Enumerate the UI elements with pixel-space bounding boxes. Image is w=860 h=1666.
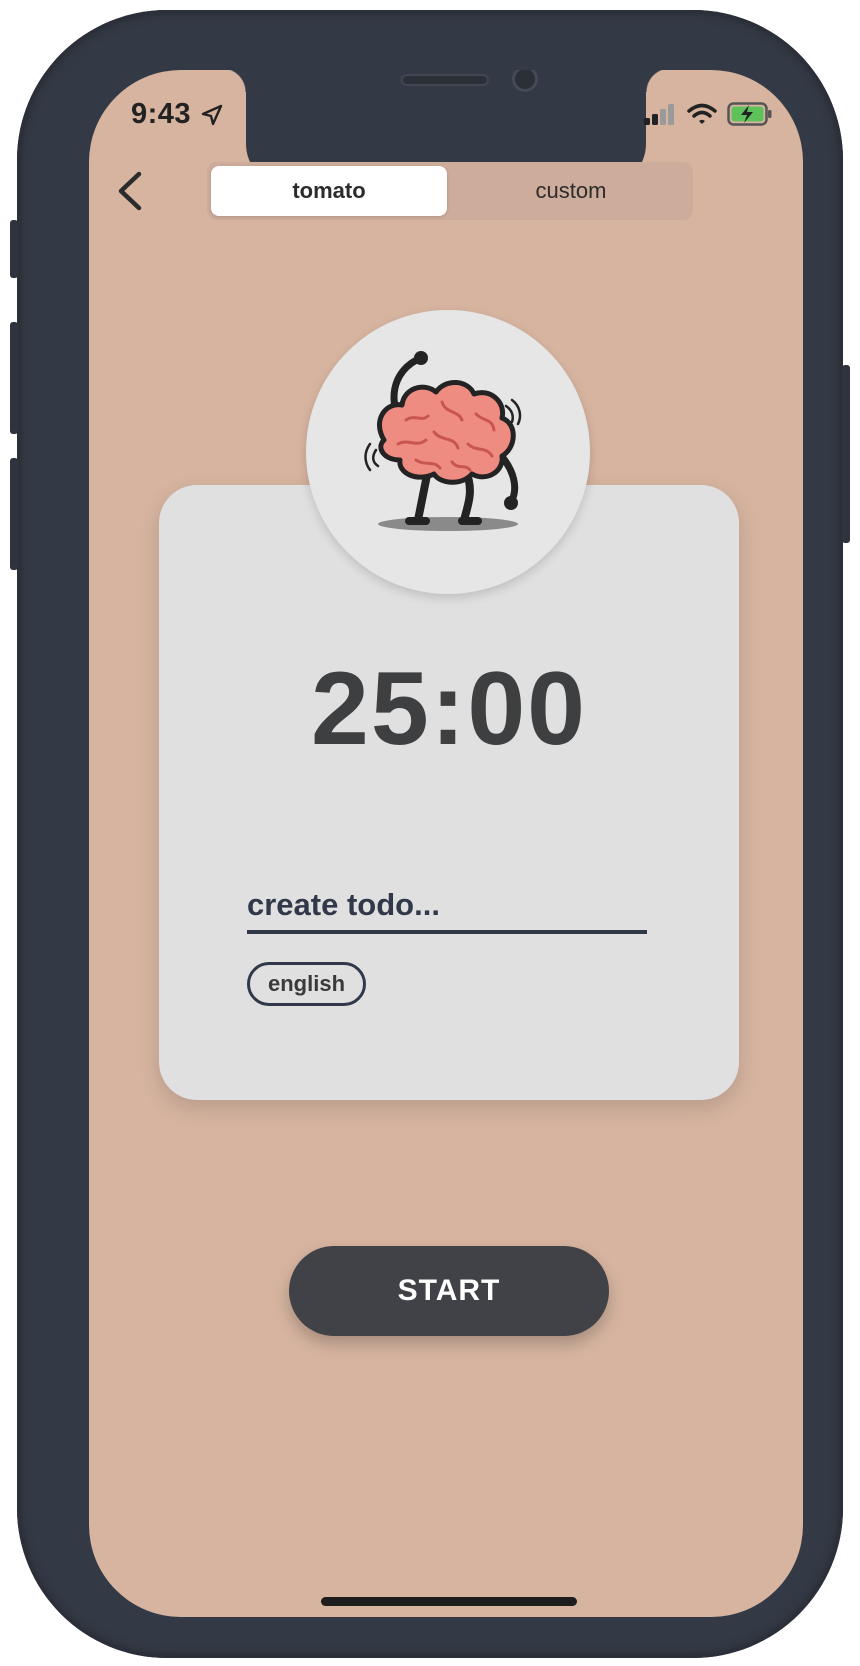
front-camera <box>512 70 538 92</box>
back-chevron-icon[interactable] <box>111 168 151 214</box>
power-button <box>842 365 850 543</box>
home-indicator[interactable] <box>321 1597 577 1606</box>
wifi-icon <box>687 103 717 124</box>
phone-frame: 9:43 tomato custom 25:00 create todo... … <box>10 10 850 1658</box>
mode-segmented-control: tomato custom <box>207 162 693 220</box>
brain-mascot-icon <box>364 351 522 531</box>
tab-tomato[interactable]: tomato <box>211 166 447 216</box>
location-arrow-icon <box>201 104 223 126</box>
start-button[interactable]: START <box>289 1246 609 1336</box>
volume-up-button <box>10 322 18 434</box>
tag-chip-english[interactable]: english <box>247 962 367 1006</box>
cellular-signal-icon <box>644 104 674 125</box>
todo-input[interactable] <box>247 880 647 934</box>
volume-down-button <box>10 458 18 570</box>
status-time: 9:43 <box>131 98 192 130</box>
status-icons <box>643 102 773 126</box>
silent-switch <box>10 220 18 278</box>
mascot-avatar <box>306 310 590 594</box>
timer-display: 25:00 <box>311 651 587 767</box>
app-screen: 9:43 tomato custom 25:00 create todo... … <box>89 70 803 1617</box>
speaker-grille <box>401 74 489 86</box>
battery-charging-icon <box>727 102 772 126</box>
tab-custom[interactable]: custom <box>453 166 689 216</box>
